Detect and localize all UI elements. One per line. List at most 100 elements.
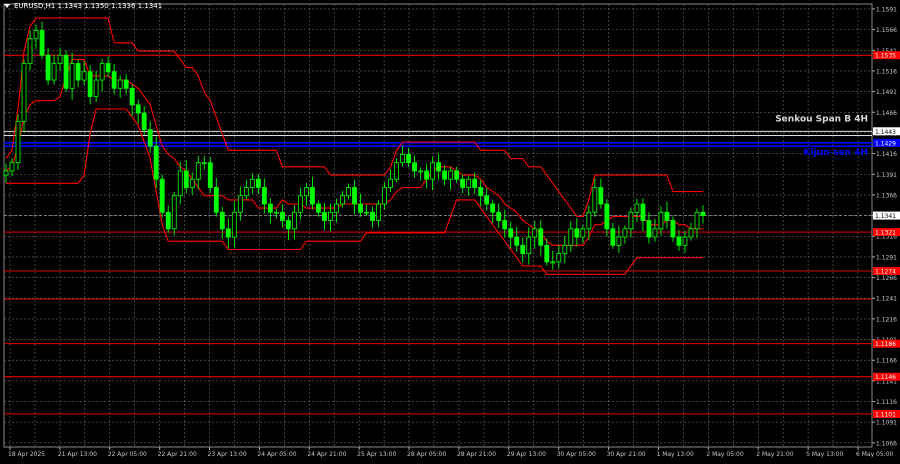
y-tick-label: 1.1216 — [876, 316, 897, 323]
candle-body — [484, 195, 490, 205]
candle-body — [496, 211, 502, 221]
candle-body — [3, 170, 9, 176]
candle-body — [424, 170, 430, 180]
x-tick-label: 18 Apr 2025 — [8, 451, 45, 458]
candle-body — [646, 220, 652, 238]
y-tick-label: 1.1491 — [876, 89, 897, 96]
candle-body — [39, 30, 45, 56]
candle-body — [430, 162, 436, 180]
candle-body — [358, 203, 363, 213]
candle-body — [231, 211, 237, 238]
candle-body — [616, 236, 622, 246]
x-tick-label: 5 May 13:00 — [806, 451, 844, 458]
candle-body — [340, 195, 345, 205]
price-level-tag-text: 1.1186 — [875, 341, 896, 348]
candle-body — [279, 211, 285, 221]
candle-body — [454, 170, 460, 180]
candle-body — [207, 162, 213, 188]
y-tick-label: 1.1091 — [876, 420, 897, 427]
candle-body — [225, 228, 231, 238]
y-tick-label: 1.1566 — [876, 27, 897, 34]
candle-body — [436, 162, 442, 172]
candle-body — [400, 154, 405, 164]
candle-body — [640, 203, 646, 221]
candle-body — [81, 71, 87, 81]
candle-body — [394, 162, 399, 180]
x-tick-label: 28 Apr 21:00 — [457, 451, 496, 458]
candle-body — [532, 228, 538, 238]
candle-body — [117, 79, 123, 89]
candle-body — [159, 178, 165, 213]
candle-body — [322, 211, 327, 221]
candle-body — [273, 211, 279, 214]
x-tick-label: 2 May 21:00 — [756, 451, 794, 458]
candle-body — [177, 170, 183, 197]
candle-body — [628, 211, 634, 230]
candle-body — [604, 203, 610, 230]
price-level-tag-text: 1.1146 — [875, 374, 896, 381]
y-tick-label: 1.1166 — [876, 358, 897, 365]
price-level-tag-text: 1.1443 — [875, 129, 896, 136]
price-level-tag-text: 1.1101 — [875, 411, 896, 418]
candle-body — [568, 228, 574, 246]
candle-body — [388, 178, 393, 188]
current-price-tag-text: 1.1341 — [875, 213, 896, 220]
candle-body — [562, 244, 568, 255]
candle-body — [460, 178, 466, 188]
x-tick-label: 22 Apr 05:00 — [108, 451, 147, 458]
candle-body — [694, 211, 700, 230]
candle-body — [418, 170, 423, 173]
chart: 1.15911.15661.15411.15161.14911.14661.14… — [0, 0, 900, 460]
candle-body — [298, 195, 303, 213]
candle-body — [664, 211, 670, 221]
symbol-header: EURUSD,H1 1.1343 1.1350 1.1336 1.1341 — [14, 2, 162, 10]
candle-body — [556, 253, 562, 263]
candle-body — [670, 220, 676, 238]
candle-body — [69, 63, 75, 89]
x-tick-label: 24 Apr 05:00 — [257, 451, 296, 458]
candle-body — [9, 162, 15, 172]
x-tick-label: 30 Apr 05:00 — [557, 451, 596, 458]
candle-body — [478, 187, 484, 197]
candle-body — [123, 79, 129, 89]
candle-body — [135, 104, 141, 114]
x-tick-label: 6 May 05:00 — [856, 451, 894, 458]
candle-body — [526, 236, 532, 255]
x-tick-label: 1 May 13:00 — [656, 451, 694, 458]
candle-body — [183, 170, 189, 188]
candle-body — [538, 228, 544, 246]
candle-body — [574, 228, 580, 238]
candle-body — [243, 187, 249, 197]
candle-body — [658, 211, 664, 230]
candle-body — [550, 261, 556, 264]
candle-body — [219, 211, 225, 230]
candle-body — [490, 203, 496, 213]
y-tick-label: 1.1516 — [876, 68, 897, 75]
candle-body — [21, 63, 27, 122]
candle-body — [676, 236, 682, 246]
x-tick-label: 24 Apr 21:00 — [307, 451, 346, 458]
candle-body — [448, 170, 454, 180]
candle-body — [520, 244, 526, 255]
candle-body — [622, 228, 628, 238]
candle-body — [634, 203, 640, 213]
candle-body — [51, 63, 57, 81]
candle-body — [412, 162, 417, 172]
candle-body — [99, 63, 105, 81]
candle-body — [514, 236, 520, 246]
candle-body — [304, 187, 309, 197]
candle-body — [153, 145, 159, 180]
candle-body — [466, 178, 472, 188]
candle-body — [406, 154, 411, 164]
y-tick-label: 1.1416 — [876, 151, 897, 158]
chart-svg: 1.15911.15661.15411.15161.14911.14661.14… — [0, 0, 900, 460]
candle-body — [27, 38, 33, 64]
candle-body — [382, 187, 387, 205]
candle-body — [87, 71, 93, 97]
candle-body — [261, 187, 267, 205]
y-tick-label: 1.1591 — [876, 6, 897, 13]
candle-body — [598, 187, 604, 205]
candle-body — [255, 178, 261, 188]
candle-body — [129, 87, 135, 106]
candle-body — [292, 211, 297, 230]
